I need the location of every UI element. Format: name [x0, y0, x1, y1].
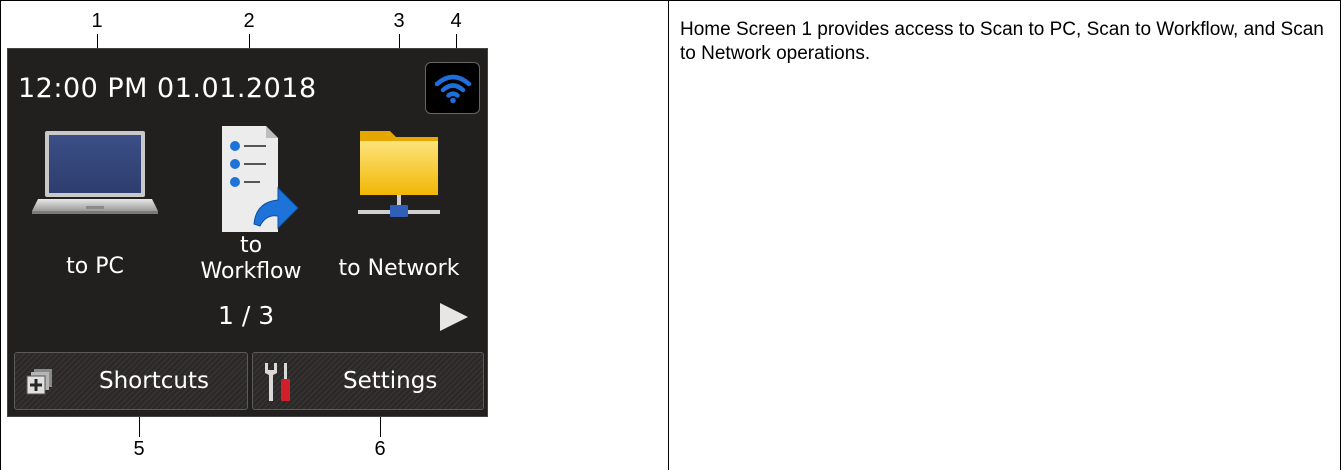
doc-table: 1 2 3 4 5 6 12:00 PM 01.01.2018 to PC to…	[0, 0, 1341, 470]
next-page-button[interactable]	[438, 301, 470, 338]
to-network-label: to Network	[338, 256, 460, 281]
to-pc-label: to PC	[66, 254, 124, 279]
table-middle-border	[668, 0, 669, 470]
settings-label: Settings	[343, 368, 438, 394]
settings-button[interactable]: Settings	[252, 352, 484, 410]
to-workflow-label: to Workflow	[200, 233, 302, 284]
next-arrow-icon	[440, 303, 468, 331]
tools-icon	[265, 363, 290, 401]
callout-3: 3	[393, 10, 405, 32]
table-left-border	[0, 0, 1, 470]
laptop-icon	[32, 131, 158, 214]
page-indicator: 1 / 3	[218, 301, 275, 330]
callout-4: 4	[450, 10, 462, 32]
table-top-border	[0, 0, 1341, 1]
wifi-button[interactable]	[425, 62, 480, 114]
clock-display: 12:00 PM 01.01.2018	[18, 73, 317, 104]
shortcuts-plus-icon	[26, 369, 52, 395]
shortcuts-button[interactable]: Shortcuts	[14, 352, 248, 410]
shortcuts-label: Shortcuts	[99, 368, 209, 394]
workflow-checklist-icon	[222, 126, 299, 232]
to-workflow-button[interactable]: to Workflow	[176, 126, 326, 285]
wifi-icon	[434, 74, 471, 104]
network-folder-icon	[358, 131, 440, 217]
description-text: Home Screen 1 provides access to Scan to…	[680, 19, 1324, 64]
callout-2: 2	[243, 10, 255, 32]
to-pc-button[interactable]: to PC	[20, 127, 170, 280]
to-network-button[interactable]: to Network	[324, 127, 474, 282]
callout-5: 5	[133, 438, 145, 460]
callout-6: 6	[374, 438, 386, 460]
callout-1: 1	[91, 10, 103, 32]
touchscreen-panel: 12:00 PM 01.01.2018 to PC to Workflow to…	[7, 48, 488, 417]
